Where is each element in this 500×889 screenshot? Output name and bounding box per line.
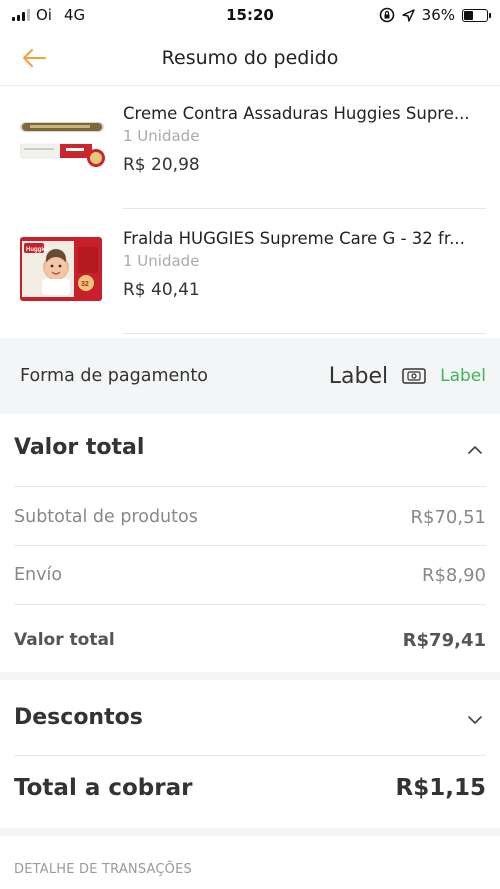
- product-info: Fralda HUGGIES Supreme Care G - 32 fr...…: [123, 229, 486, 300]
- payment-label: Forma de pagamento: [20, 366, 208, 386]
- product-quantity: 1 Unidade: [123, 252, 200, 270]
- section-separator: [0, 672, 500, 680]
- product-item[interactable]: Creme Contra Assaduras Huggies Supre... …: [0, 86, 500, 211]
- chevron-up-icon[interactable]: [466, 444, 484, 456]
- charge-row: Total a cobrar R$1,15: [14, 775, 486, 801]
- divider: [14, 604, 486, 605]
- product-price: R$ 40,41: [123, 280, 200, 300]
- back-button[interactable]: [14, 40, 54, 76]
- battery-percent: 36%: [421, 6, 455, 24]
- product-info: Creme Contra Assaduras Huggies Supre... …: [123, 104, 486, 175]
- transactions-heading[interactable]: DETALHE DE TRANSAÇÕES: [14, 862, 192, 877]
- total-row: Valor total R$79,41: [14, 625, 486, 655]
- total-section-title[interactable]: Valor total: [14, 435, 144, 460]
- section-separator: [0, 828, 500, 836]
- chevron-down-icon[interactable]: [466, 714, 484, 726]
- app-header: Resumo do pedido: [0, 30, 500, 86]
- payment-method-value: Label: [328, 363, 389, 389]
- product-name: Creme Contra Assaduras Huggies Supre...: [123, 104, 470, 123]
- card-icon: [402, 368, 426, 384]
- status-bar: Oi 4G 15:20 36%: [0, 0, 500, 30]
- charge-value: R$1,15: [395, 775, 486, 801]
- signal-icon: [12, 9, 30, 21]
- payment-method-row: Forma de pagamento Label Label: [0, 338, 500, 414]
- change-payment-link[interactable]: Label: [440, 366, 486, 386]
- row-label: Valor total: [14, 630, 115, 650]
- product-quantity: 1 Unidade: [123, 127, 200, 145]
- carrier-name: Oi: [36, 6, 52, 24]
- network-type: 4G: [63, 6, 86, 24]
- page-title: Resumo do pedido: [161, 46, 339, 69]
- row-label: Subtotal de produtos: [14, 507, 198, 527]
- charge-label: Total a cobrar: [14, 775, 193, 801]
- pack-count-text: 32: [81, 281, 89, 288]
- discounts-title[interactable]: Descontos: [14, 705, 143, 730]
- divider: [14, 755, 486, 756]
- product-item[interactable]: Huggies 32 Fralda HUGGIES Supreme Care G…: [0, 209, 500, 334]
- rotation-lock-icon: [379, 7, 394, 23]
- location-arrow-icon: [401, 8, 415, 22]
- row-value: R$79,41: [402, 629, 486, 651]
- status-time: 15:20: [226, 6, 274, 24]
- row-value: R$70,51: [410, 506, 487, 528]
- shipping-row: Envío R$8,90: [14, 560, 486, 590]
- arrow-left-icon: [23, 49, 46, 67]
- row-label: Envío: [14, 565, 63, 585]
- product-name: Fralda HUGGIES Supreme Care G - 32 fr...: [123, 229, 465, 248]
- subtotal-row: Subtotal de produtos R$70,51: [14, 502, 486, 532]
- status-left: Oi 4G: [12, 6, 192, 24]
- row-value: R$8,90: [421, 564, 486, 586]
- status-right: 36%: [308, 6, 491, 24]
- divider: [14, 545, 486, 546]
- huggies-logo-text: Huggies: [26, 247, 50, 253]
- battery-icon: [462, 8, 491, 22]
- product-price: R$ 20,98: [123, 155, 200, 175]
- product-image-cream: [20, 122, 105, 167]
- divider: [123, 333, 486, 334]
- divider: [14, 486, 486, 487]
- product-image-diaper: Huggies 32: [20, 237, 102, 301]
